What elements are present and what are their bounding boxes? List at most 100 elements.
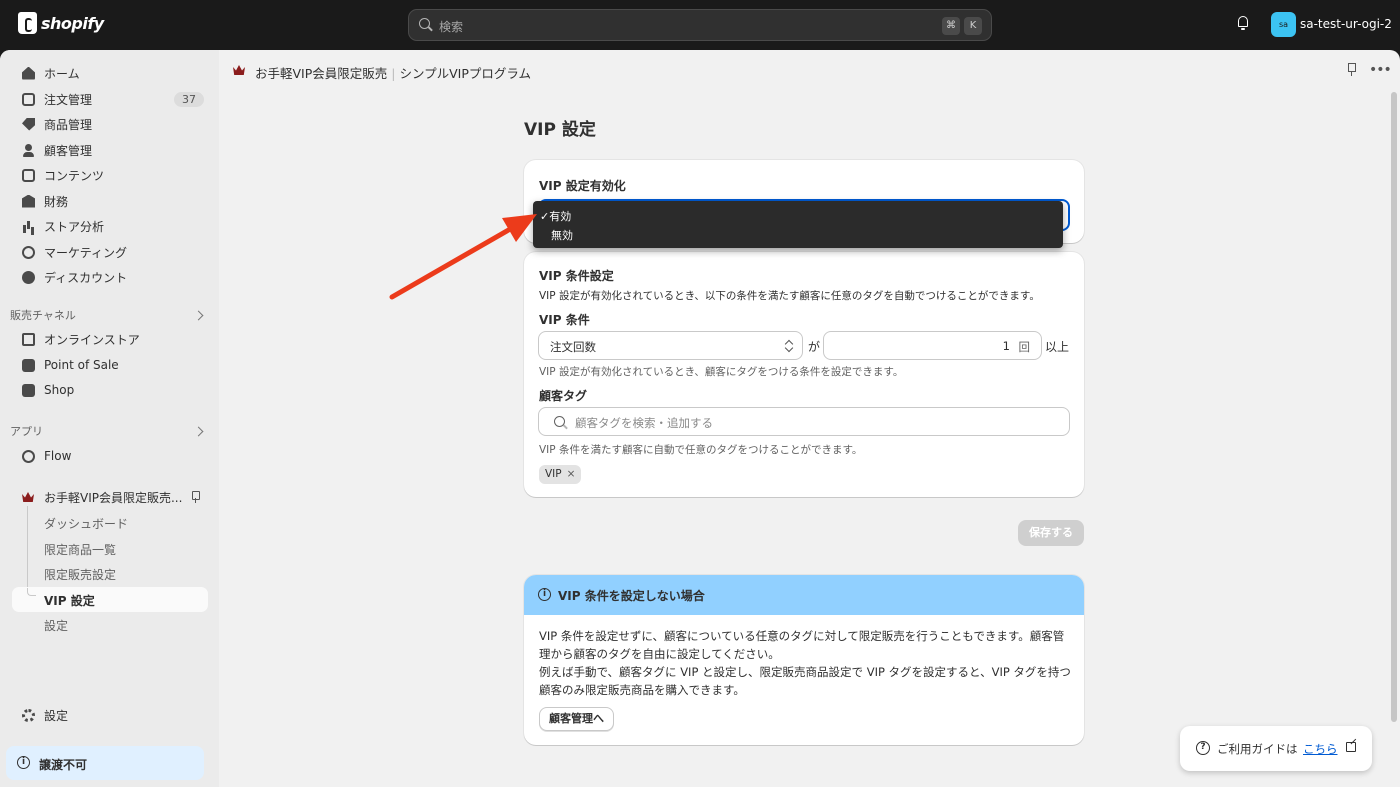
sidebar-item-online-store[interactable]: オンラインストア [12, 327, 208, 351]
bell-icon[interactable] [1236, 16, 1250, 30]
more-actions-icon[interactable]: ••• [1369, 62, 1392, 78]
sidebar-item-app[interactable]: お手軽VIP会員限定販売... [12, 485, 208, 509]
vip-condition-label: VIP 条件 [539, 313, 590, 327]
scrollbar[interactable] [1391, 92, 1397, 722]
sidebar-item-flow[interactable]: Flow [12, 444, 208, 468]
banner-body: VIP 条件を設定せずに、顧客についている任意のタグに対して限定販売を行うことも… [539, 627, 1074, 699]
select-arrows-icon [785, 340, 792, 352]
store-icon [22, 332, 35, 346]
search-icon [554, 416, 565, 427]
banner-header: i VIP 条件を設定しない場合 [524, 575, 1084, 615]
sidebar-subitem-settings[interactable]: 設定 [44, 617, 68, 634]
chevron-right-icon[interactable] [193, 310, 204, 321]
orders-count-badge: 37 [174, 91, 204, 107]
vip-conditions-card: VIP 条件設定 VIP 設定が有効化されているとき、以下の条件を満たす顧客に任… [524, 252, 1084, 497]
app-header: お手軽VIP会員限定販売 | シンプルVIPプログラム ••• [219, 50, 1400, 90]
sidebar-item-discounts[interactable]: ディスカウント [12, 265, 208, 289]
inbox-icon [22, 92, 35, 106]
sidebar-item-finance[interactable]: 財務 [12, 189, 208, 213]
apps-title[interactable]: アプリ [10, 423, 43, 439]
breadcrumb: お手軽VIP会員限定販売 | シンプルVIPプログラム [255, 63, 531, 82]
person-icon [22, 143, 35, 157]
save-button[interactable]: 保存する [1018, 520, 1084, 546]
chart-icon [22, 220, 35, 233]
sidebar-subitem-limited-products[interactable]: 限定商品一覧 [44, 541, 116, 558]
search-icon [419, 18, 430, 29]
banner-title: VIP 条件を設定しない場合 [558, 589, 705, 603]
sidebar-item-home[interactable]: ホーム [12, 61, 208, 85]
breadcrumb-app[interactable]: お手軽VIP会員限定販売 [255, 66, 387, 81]
sidebar-subitem-dashboard[interactable]: ダッシュボード [44, 515, 128, 532]
dropdown-option-enabled[interactable]: ✓有効 [540, 208, 571, 224]
top-bar: shopify 検索 ⌘ K sa sa-test-ur-ogi-2 [0, 0, 1400, 50]
banner-line-2: 例えば手動で、顧客タグに VIP と設定し、限定販売商品設定で VIP タグを設… [539, 665, 1071, 697]
sidebar-item-shop[interactable]: Shop [12, 378, 208, 402]
info-banner-card: i VIP 条件を設定しない場合 VIP 条件を設定せずに、顧客についている任意… [524, 575, 1084, 745]
active-item-background [12, 587, 208, 612]
non-transferable-notice[interactable]: i 譲渡不可 [6, 746, 204, 780]
store-avatar[interactable]: sa [1271, 12, 1296, 37]
condition-type-select[interactable]: 注文回数 [538, 331, 803, 360]
sidebar-subitem-vip-settings[interactable]: VIP 設定 [44, 592, 95, 609]
usage-guide-box: ? ご利用ガイドは こちら [1180, 726, 1372, 771]
sidebar-item-orders[interactable]: 注文管理 37 [12, 87, 208, 111]
sidebar-item-products[interactable]: 商品管理 [12, 112, 208, 136]
tree-hook [27, 588, 36, 596]
sidebar-item-analytics[interactable]: ストア分析 [12, 214, 208, 238]
shop-icon [22, 383, 35, 397]
vip-conditions-title: VIP 条件設定 [539, 269, 614, 283]
sidebar-item-content[interactable]: コンテンツ [12, 163, 208, 187]
tag-icon [22, 117, 35, 131]
pin-icon[interactable] [1346, 63, 1356, 77]
condition-help: VIP 設定が有効化されているとき、顧客にタグをつける条件を設定できます。 [539, 366, 904, 378]
flow-icon [22, 449, 35, 463]
pos-icon [22, 358, 35, 372]
crown-icon [233, 65, 245, 75]
sidebar-item-customers[interactable]: 顧客管理 [12, 138, 208, 162]
order-count-input[interactable]: 1 回 [823, 331, 1042, 360]
search-placeholder: 検索 [439, 20, 464, 34]
banner-line-1: VIP 条件を設定せずに、顧客についている任意のタグに対して限定販売を行うことも… [539, 629, 1065, 661]
vip-conditions-description: VIP 設定が有効化されているとき、以下の条件を満たす顧客に任意のタグを自動でつ… [539, 290, 1040, 302]
pin-icon[interactable] [191, 491, 200, 503]
breadcrumb-page: シンプルVIPプログラム [399, 66, 532, 81]
count-unit: 回 [1018, 340, 1031, 354]
sidebar-item-marketing[interactable]: マーケティング [12, 240, 208, 264]
sidebar-item-settings[interactable]: 設定 [12, 703, 208, 727]
sidebar-item-pos[interactable]: Point of Sale [12, 353, 208, 377]
sales-channels-title[interactable]: 販売チャネル [10, 307, 76, 323]
bank-icon [22, 194, 35, 208]
go-to-customers-button[interactable]: 顧客管理へ [539, 707, 614, 731]
chevron-right-icon[interactable] [193, 426, 204, 437]
target-icon [22, 245, 35, 259]
vip-enable-dropdown: ✓有効 無効 [533, 201, 1063, 248]
brand-text: shopify [41, 13, 104, 33]
help-icon: ? [1196, 741, 1210, 755]
check-icon: ✓ [540, 210, 550, 223]
condition-ijou-text: 以上 [1045, 340, 1070, 354]
shortcut-cmd-key: ⌘ [942, 17, 960, 35]
condition-ga-text: が [808, 340, 821, 354]
vip-enable-label: VIP 設定有効化 [539, 179, 626, 193]
shortcut-k-key: K [964, 17, 982, 35]
customer-tag-search-input[interactable]: 顧客タグを検索・追加する [538, 407, 1070, 436]
search-input[interactable]: 検索 ⌘ K [408, 9, 992, 41]
tag-chip-vip: VIP × [539, 465, 582, 484]
info-icon: i [538, 588, 551, 601]
close-icon[interactable]: × [567, 465, 576, 484]
content-icon [22, 168, 35, 182]
guide-link[interactable]: こちら [1303, 741, 1338, 757]
customer-tag-label: 顧客タグ [539, 389, 588, 403]
gear-icon [22, 708, 35, 722]
guide-text: ご利用ガイドは [1217, 742, 1298, 756]
discount-icon [22, 270, 35, 284]
shopify-logo[interactable]: shopify [18, 12, 104, 34]
breadcrumb-separator: | [391, 66, 396, 81]
dropdown-option-disabled[interactable]: 無効 [551, 227, 573, 243]
external-link-icon[interactable] [1346, 742, 1356, 752]
page-title: VIP 設定 [524, 120, 596, 140]
sidebar: ホーム 注文管理 37 商品管理 顧客管理 コンテンツ 財務 ストア分析 マーケ… [0, 50, 219, 787]
crown-icon [22, 491, 35, 504]
sidebar-subitem-limited-sale-settings[interactable]: 限定販売設定 [44, 566, 116, 583]
store-name[interactable]: sa-test-ur-ogi-2 [1300, 17, 1392, 31]
